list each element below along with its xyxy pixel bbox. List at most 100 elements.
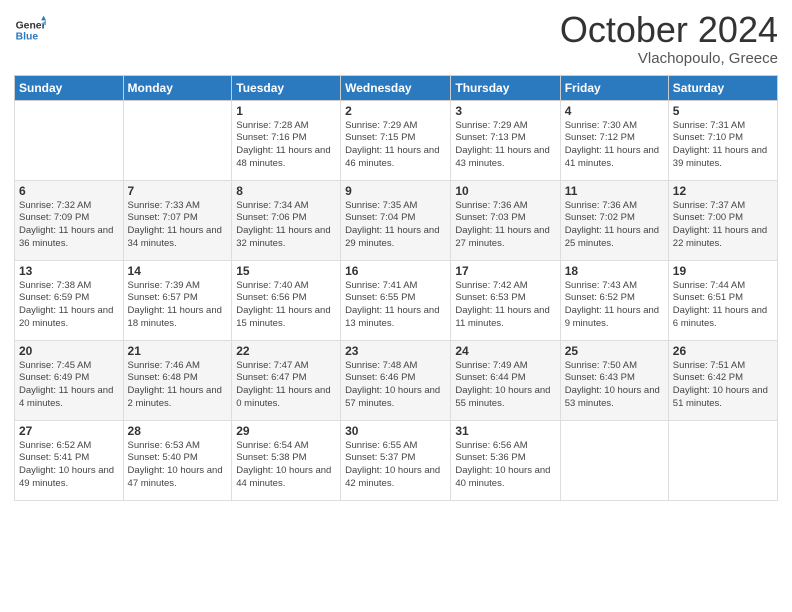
day-cell: 9 Sunrise: 7:35 AM Sunset: 7:04 PM Daylig…	[341, 180, 451, 260]
day-cell: 12 Sunrise: 7:37 AM Sunset: 7:00 PM Dayli…	[668, 180, 777, 260]
page: General Blue October 2024 Vlachopoulo, G…	[0, 0, 792, 612]
day-number: 8	[236, 184, 336, 198]
day-info: Sunrise: 7:48 AM Sunset: 6:46 PM Dayligh…	[345, 360, 446, 411]
day-cell: 15Sunrise: 7:40 AM Sunset: 6:56 PM Dayli…	[232, 260, 341, 340]
day-number: 19	[673, 264, 773, 278]
day-number: 28	[128, 424, 228, 438]
day-cell: 4 Sunrise: 7:30 AM Sunset: 7:12 PM Daylig…	[560, 100, 668, 180]
day-info: Sunrise: 7:30 AM Sunset: 7:12 PM Dayligh…	[565, 120, 664, 171]
day-info: Sunrise: 7:44 AM Sunset: 6:51 PM Dayligh…	[673, 280, 773, 331]
day-cell: 20Sunrise: 7:45 AM Sunset: 6:49 PM Dayli…	[15, 340, 124, 420]
week-row-1: 1Sunrise: 7:28 AM Sunset: 7:16 PM Daylig…	[15, 100, 778, 180]
day-cell: 11 Sunrise: 7:36 AM Sunset: 7:02 PM Dayli…	[560, 180, 668, 260]
day-cell: 27 Sunrise: 6:52 AM Sunset: 5:41 PM Dayli…	[15, 420, 124, 500]
day-number: 23	[345, 344, 446, 358]
header-row: Sunday Monday Tuesday Wednesday Thursday…	[15, 75, 778, 100]
day-info: Sunrise: 7:34 AM Sunset: 7:06 PM Dayligh…	[236, 200, 336, 251]
logo: General Blue	[14, 14, 46, 46]
day-number: 3	[455, 104, 555, 118]
col-tuesday: Tuesday	[232, 75, 341, 100]
day-info: Sunrise: 7:29 AM Sunset: 7:13 PM Dayligh…	[455, 120, 555, 171]
day-number: 22	[236, 344, 336, 358]
day-info: Sunrise: 7:29 AM Sunset: 7:15 PM Dayligh…	[345, 120, 446, 171]
day-number: 11	[565, 184, 664, 198]
day-cell: 2 Sunrise: 7:29 AM Sunset: 7:15 PM Daylig…	[341, 100, 451, 180]
day-number: 20	[19, 344, 119, 358]
day-number: 2	[345, 104, 446, 118]
day-cell: 23 Sunrise: 7:48 AM Sunset: 6:46 PM Dayli…	[341, 340, 451, 420]
day-info: Sunrise: 7:36 AM Sunset: 7:02 PM Dayligh…	[565, 200, 664, 251]
calendar-body: 1Sunrise: 7:28 AM Sunset: 7:16 PM Daylig…	[15, 100, 778, 500]
calendar-subtitle: Vlachopoulo, Greece	[560, 50, 778, 67]
day-cell: 29 Sunrise: 6:54 AM Sunset: 5:38 PM Dayli…	[232, 420, 341, 500]
day-info: Sunrise: 7:32 AM Sunset: 7:09 PM Dayligh…	[19, 200, 119, 251]
svg-text:General: General	[16, 20, 46, 31]
title-block: October 2024 Vlachopoulo, Greece	[560, 10, 778, 67]
day-number: 17	[455, 264, 555, 278]
day-info: Sunrise: 7:42 AM Sunset: 6:53 PM Dayligh…	[455, 280, 555, 331]
day-cell: 18 Sunrise: 7:43 AM Sunset: 6:52 PM Dayli…	[560, 260, 668, 340]
day-cell: 28Sunrise: 6:53 AM Sunset: 5:40 PM Dayli…	[123, 420, 232, 500]
day-cell: 16 Sunrise: 7:41 AM Sunset: 6:55 PM Dayli…	[341, 260, 451, 340]
day-cell: 25 Sunrise: 7:50 AM Sunset: 6:43 PM Dayli…	[560, 340, 668, 420]
day-number: 9	[345, 184, 446, 198]
day-number: 5	[673, 104, 773, 118]
day-cell: 22 Sunrise: 7:47 AM Sunset: 6:47 PM Dayli…	[232, 340, 341, 420]
day-info: Sunrise: 6:54 AM Sunset: 5:38 PM Dayligh…	[236, 440, 336, 491]
day-number: 12	[673, 184, 773, 198]
day-info: Sunrise: 7:28 AM Sunset: 7:16 PM Dayligh…	[236, 120, 336, 171]
day-number: 30	[345, 424, 446, 438]
week-row-2: 6Sunrise: 7:32 AM Sunset: 7:09 PM Daylig…	[15, 180, 778, 260]
day-number: 21	[128, 344, 228, 358]
day-info: Sunrise: 7:35 AM Sunset: 7:04 PM Dayligh…	[345, 200, 446, 251]
day-info: Sunrise: 7:41 AM Sunset: 6:55 PM Dayligh…	[345, 280, 446, 331]
calendar-table: Sunday Monday Tuesday Wednesday Thursday…	[14, 75, 778, 501]
day-cell: 7 Sunrise: 7:33 AM Sunset: 7:07 PM Daylig…	[123, 180, 232, 260]
day-cell: 14Sunrise: 7:39 AM Sunset: 6:57 PM Dayli…	[123, 260, 232, 340]
day-number: 26	[673, 344, 773, 358]
day-cell	[123, 100, 232, 180]
day-cell: 19 Sunrise: 7:44 AM Sunset: 6:51 PM Dayli…	[668, 260, 777, 340]
day-number: 7	[128, 184, 228, 198]
day-info: Sunrise: 7:33 AM Sunset: 7:07 PM Dayligh…	[128, 200, 228, 251]
day-number: 10	[455, 184, 555, 198]
day-number: 14	[128, 264, 228, 278]
col-sunday: Sunday	[15, 75, 124, 100]
day-number: 13	[19, 264, 119, 278]
day-info: Sunrise: 6:55 AM Sunset: 5:37 PM Dayligh…	[345, 440, 446, 491]
col-saturday: Saturday	[668, 75, 777, 100]
day-number: 31	[455, 424, 555, 438]
day-cell: 5 Sunrise: 7:31 AM Sunset: 7:10 PM Daylig…	[668, 100, 777, 180]
day-cell: 10Sunrise: 7:36 AM Sunset: 7:03 PM Dayli…	[451, 180, 560, 260]
week-row-4: 20Sunrise: 7:45 AM Sunset: 6:49 PM Dayli…	[15, 340, 778, 420]
day-info: Sunrise: 7:43 AM Sunset: 6:52 PM Dayligh…	[565, 280, 664, 331]
day-number: 25	[565, 344, 664, 358]
day-cell: 21Sunrise: 7:46 AM Sunset: 6:48 PM Dayli…	[123, 340, 232, 420]
day-cell: 6Sunrise: 7:32 AM Sunset: 7:09 PM Daylig…	[15, 180, 124, 260]
day-info: Sunrise: 7:37 AM Sunset: 7:00 PM Dayligh…	[673, 200, 773, 251]
day-cell: 17 Sunrise: 7:42 AM Sunset: 6:53 PM Dayli…	[451, 260, 560, 340]
day-info: Sunrise: 7:50 AM Sunset: 6:43 PM Dayligh…	[565, 360, 664, 411]
day-cell: 31 Sunrise: 6:56 AM Sunset: 5:36 PM Dayli…	[451, 420, 560, 500]
col-monday: Monday	[123, 75, 232, 100]
day-cell	[15, 100, 124, 180]
day-number: 4	[565, 104, 664, 118]
day-info: Sunrise: 7:49 AM Sunset: 6:44 PM Dayligh…	[455, 360, 555, 411]
header: General Blue October 2024 Vlachopoulo, G…	[14, 10, 778, 67]
day-number: 18	[565, 264, 664, 278]
calendar-header: Sunday Monday Tuesday Wednesday Thursday…	[15, 75, 778, 100]
day-number: 16	[345, 264, 446, 278]
day-info: Sunrise: 7:51 AM Sunset: 6:42 PM Dayligh…	[673, 360, 773, 411]
day-info: Sunrise: 6:56 AM Sunset: 5:36 PM Dayligh…	[455, 440, 555, 491]
svg-text:Blue: Blue	[16, 32, 39, 43]
day-info: Sunrise: 7:31 AM Sunset: 7:10 PM Dayligh…	[673, 120, 773, 171]
day-number: 29	[236, 424, 336, 438]
day-info: Sunrise: 7:47 AM Sunset: 6:47 PM Dayligh…	[236, 360, 336, 411]
col-wednesday: Wednesday	[341, 75, 451, 100]
day-info: Sunrise: 6:52 AM Sunset: 5:41 PM Dayligh…	[19, 440, 119, 491]
day-number: 27	[19, 424, 119, 438]
logo-icon: General Blue	[14, 14, 46, 46]
week-row-3: 13 Sunrise: 7:38 AM Sunset: 6:59 PM Dayli…	[15, 260, 778, 340]
day-info: Sunrise: 7:38 AM Sunset: 6:59 PM Dayligh…	[19, 280, 119, 331]
day-cell: 24Sunrise: 7:49 AM Sunset: 6:44 PM Dayli…	[451, 340, 560, 420]
